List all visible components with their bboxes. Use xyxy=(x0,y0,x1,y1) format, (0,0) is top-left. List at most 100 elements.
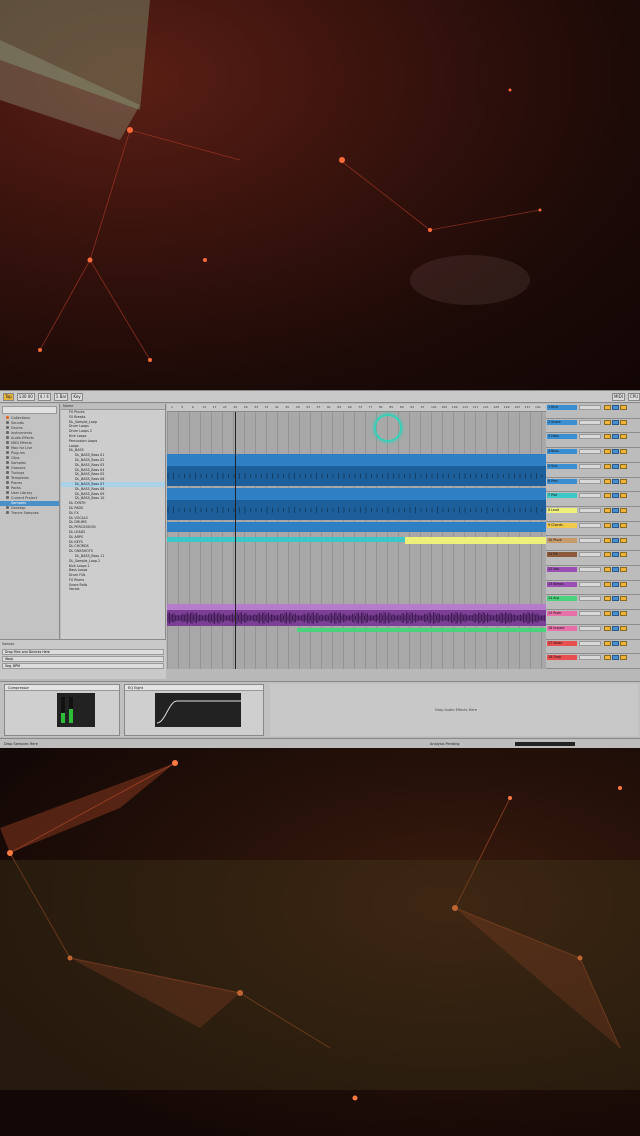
arm-button[interactable] xyxy=(620,566,627,572)
track-name[interactable]: 1 Kick xyxy=(547,405,577,410)
track-input-select[interactable] xyxy=(579,655,601,661)
track-input-select[interactable] xyxy=(579,434,601,440)
arm-button[interactable] xyxy=(620,522,627,528)
track-name[interactable]: 6 Perc xyxy=(547,478,577,484)
track-name[interactable]: 7 Pad xyxy=(547,493,577,499)
transport-button[interactable]: Key xyxy=(71,392,83,401)
mute-button[interactable] xyxy=(604,611,611,617)
track-name[interactable]: 11 FX xyxy=(547,552,577,558)
mute-button[interactable] xyxy=(604,449,611,455)
track-input-select[interactable] xyxy=(579,419,601,425)
track-input-select[interactable] xyxy=(579,566,601,572)
mute-button[interactable] xyxy=(604,478,611,484)
solo-button[interactable] xyxy=(612,537,619,543)
arm-button[interactable] xyxy=(620,463,627,469)
solo-button[interactable] xyxy=(612,478,619,484)
transport-button[interactable]: 130.00 xyxy=(16,392,35,401)
track-header[interactable]: 10 Pluck xyxy=(546,537,640,552)
mute-button[interactable] xyxy=(604,552,611,558)
device-compressor[interactable]: Compressor xyxy=(4,684,120,736)
track-name[interactable]: 5 Sub xyxy=(547,463,577,469)
solo-button[interactable] xyxy=(612,434,619,440)
arm-button[interactable] xyxy=(620,493,627,499)
track-name[interactable]: 13 Atmos xyxy=(547,581,577,587)
track-input-select[interactable] xyxy=(579,596,601,602)
arm-button[interactable] xyxy=(620,405,627,410)
track-input-select[interactable] xyxy=(579,508,601,514)
device-drop-zone[interactable]: Drop Audio Effects Here xyxy=(270,684,638,736)
arm-button[interactable] xyxy=(620,552,627,558)
track-input-select[interactable] xyxy=(579,449,601,455)
track-header[interactable]: 9 Chords xyxy=(546,522,640,537)
clip-kick[interactable] xyxy=(167,454,546,466)
timeline-ruler[interactable]: 1 5 9 13 17 21 25 29 33 37 41 45 49 53 57 61 65 69 73 77 81 8… xyxy=(167,404,546,412)
mute-button[interactable] xyxy=(604,581,611,587)
device-eq[interactable]: EQ Eight xyxy=(124,684,264,736)
solo-button[interactable] xyxy=(612,581,619,587)
transport-button[interactable]: 4 / 4 xyxy=(37,392,51,401)
solo-button[interactable] xyxy=(612,449,619,455)
solo-button[interactable] xyxy=(612,611,619,617)
arrangement-view[interactable]: 1 5 9 13 17 21 25 29 33 37 41 45 49 53 57 61 65 69 73 77 81 8… xyxy=(167,404,546,669)
track-name[interactable]: 16 Impact xyxy=(547,625,577,631)
solo-button[interactable] xyxy=(612,419,619,425)
track-input-select[interactable] xyxy=(579,625,601,631)
info-row[interactable]: Drop Files and Devices Here xyxy=(2,649,164,655)
solo-button[interactable] xyxy=(612,552,619,558)
solo-button[interactable] xyxy=(612,596,619,602)
track-name[interactable]: 3 Hats xyxy=(547,434,577,440)
track-header[interactable]: 5 Sub xyxy=(546,463,640,478)
info-row[interactable]: Warp xyxy=(2,656,164,662)
mute-button[interactable] xyxy=(604,419,611,425)
mute-button[interactable] xyxy=(604,625,611,631)
solo-button[interactable] xyxy=(612,625,619,631)
mute-button[interactable] xyxy=(604,508,611,514)
solo-button[interactable] xyxy=(612,405,619,410)
track-name[interactable]: 14 Arp xyxy=(547,596,577,602)
clip-lead[interactable] xyxy=(405,537,546,544)
clip-hats[interactable] xyxy=(167,488,546,500)
solo-button[interactable] xyxy=(612,566,619,572)
track-header[interactable]: 14 Arp xyxy=(546,595,640,611)
mute-button[interactable] xyxy=(604,537,611,543)
track-name[interactable]: 2 Snare xyxy=(547,419,577,425)
track-header[interactable]: 18 Drop xyxy=(546,654,640,669)
track-header[interactable]: 1 Kick xyxy=(546,404,640,419)
solo-button[interactable] xyxy=(612,463,619,469)
mute-button[interactable] xyxy=(604,655,611,661)
track-name[interactable]: 9 Chords xyxy=(547,522,577,528)
arm-button[interactable] xyxy=(620,655,627,661)
track-header[interactable]: 6 Perc xyxy=(546,478,640,493)
browser-category[interactable]: Trance Samples xyxy=(0,511,59,516)
track-input-select[interactable] xyxy=(579,522,601,528)
info-row[interactable]: Seg. BPM xyxy=(2,663,164,669)
solo-button[interactable] xyxy=(612,640,619,646)
track-input-select[interactable] xyxy=(579,463,601,469)
track-header[interactable]: 3 Hats xyxy=(546,433,640,449)
arm-button[interactable] xyxy=(620,640,627,646)
clip-bass[interactable] xyxy=(167,500,546,520)
track-input-select[interactable] xyxy=(579,537,601,543)
playhead[interactable] xyxy=(235,412,236,669)
arm-button[interactable] xyxy=(620,537,627,543)
arm-button[interactable] xyxy=(620,581,627,587)
solo-button[interactable] xyxy=(612,493,619,499)
arm-button[interactable] xyxy=(620,508,627,514)
clip-vox[interactable] xyxy=(167,610,546,626)
clip-sub[interactable] xyxy=(167,522,546,532)
arm-button[interactable] xyxy=(620,449,627,455)
transport-button[interactable]: Tap xyxy=(3,392,14,401)
track-header[interactable]: 15 Riser xyxy=(546,610,640,625)
mute-button[interactable] xyxy=(604,405,611,410)
solo-button[interactable] xyxy=(612,522,619,528)
track-input-select[interactable] xyxy=(579,478,601,484)
transport-button[interactable]: 1 Bar xyxy=(53,392,69,401)
transport-button[interactable]: CPU xyxy=(627,392,640,401)
track-input-select[interactable] xyxy=(579,552,601,558)
arm-button[interactable] xyxy=(620,478,627,484)
track-header[interactable]: 13 Atmos xyxy=(546,581,640,596)
track-name[interactable]: 10 Pluck xyxy=(547,537,577,543)
arm-button[interactable] xyxy=(620,596,627,602)
track-name[interactable]: 4 Bass xyxy=(547,449,577,455)
track-header[interactable]: 12 Vox xyxy=(546,566,640,581)
